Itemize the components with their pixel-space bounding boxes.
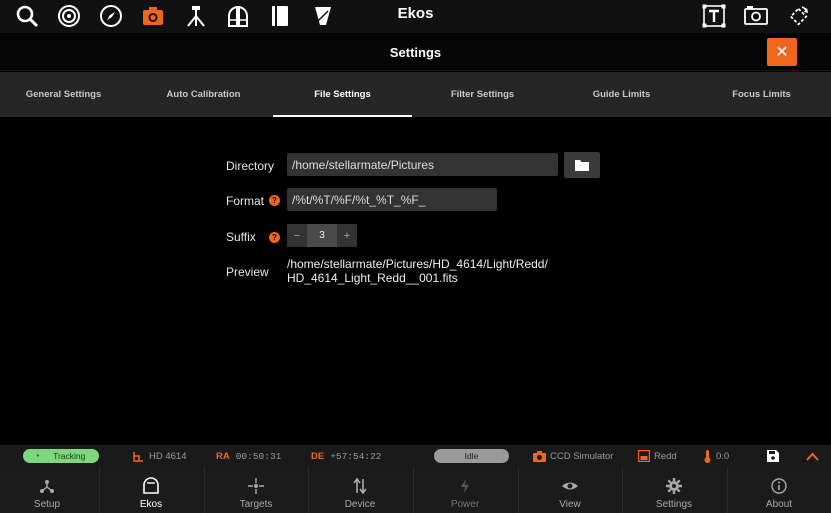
view-icon	[562, 482, 578, 490]
telescope-flat-icon[interactable]	[310, 3, 336, 29]
camera-icon	[533, 450, 546, 462]
close-button[interactable]: ✕	[767, 38, 797, 66]
nav-label: Device	[344, 499, 376, 510]
compass-icon[interactable]	[98, 3, 124, 29]
folder-icon	[575, 160, 589, 171]
tab-file-settings[interactable]: File Settings	[273, 72, 412, 117]
tripod-icon[interactable]	[183, 3, 209, 29]
nav-device[interactable]: Device	[308, 467, 412, 513]
ra-value: 00:50:31	[235, 450, 282, 462]
format-help-icon[interactable]: ?	[269, 195, 280, 206]
temperature-value: 0.0	[716, 450, 730, 462]
targets-icon	[248, 478, 264, 494]
de-value: +57:54:22	[330, 450, 382, 462]
preview-line-2: HD_4614_Light_Redd__001.fits	[287, 271, 458, 285]
directory-label: Directory	[226, 159, 275, 173]
ekos-icon	[143, 477, 159, 494]
capture-state-badge: Idle	[434, 449, 509, 463]
notebook-icon[interactable]	[267, 3, 293, 29]
tab-guide-limits[interactable]: Guide Limits	[552, 72, 691, 117]
search-icon[interactable]	[14, 3, 40, 29]
temperature-status: 0.0	[704, 445, 729, 467]
mount-icon	[133, 451, 143, 462]
tracking-dot-icon: •	[36, 452, 40, 460]
settings-title: Settings	[389, 45, 442, 60]
tab-auto-calibration[interactable]: Auto Calibration	[134, 72, 273, 117]
nav-label: View	[559, 499, 581, 510]
filter-name: Redd	[654, 450, 677, 462]
format-input[interactable]: /%t/%T/%F/%t_%T_%F_	[287, 188, 497, 211]
nav-targets[interactable]: Targets	[204, 467, 308, 513]
format-label: Format	[226, 194, 265, 208]
top-toolbar: Ekos	[0, 0, 831, 33]
observatory-dome-icon[interactable]	[225, 3, 251, 29]
nav-label: Targets	[239, 499, 273, 510]
filter-status: Redd	[638, 445, 677, 467]
ra-label: RA	[216, 450, 230, 462]
preview-label: Preview	[226, 265, 269, 279]
camera-name: CCD Simulator	[550, 450, 614, 462]
suffix-stepper: − 3 +	[287, 224, 357, 247]
tracking-status-badge: • Tracking	[23, 449, 99, 463]
de-label: DE	[311, 450, 325, 462]
mount-target: HD 4614	[133, 445, 187, 467]
tracking-text: Tracking	[53, 451, 86, 461]
rotate-icon[interactable]	[785, 3, 811, 29]
browse-directory-button[interactable]	[564, 152, 600, 178]
nav-setup[interactable]: Setup	[0, 467, 99, 513]
target-icon[interactable]	[56, 3, 82, 29]
tab-focus-limits[interactable]: Focus Limits	[692, 72, 831, 117]
de-readout: DE +57:54:22	[311, 445, 382, 467]
filter-icon	[638, 450, 650, 462]
nav-settings[interactable]: Settings	[622, 467, 726, 513]
nav-label: About	[765, 499, 793, 510]
camera-frame-icon[interactable]	[743, 3, 769, 29]
suffix-value[interactable]: 3	[307, 224, 337, 247]
suffix-decrement-button[interactable]: −	[287, 224, 307, 247]
about-icon	[771, 478, 787, 494]
suffix-increment-button[interactable]: +	[337, 224, 357, 247]
directory-input[interactable]: /home/stellarmate/Pictures	[287, 153, 558, 176]
tab-filter-settings[interactable]: Filter Settings	[413, 72, 552, 117]
preview-path: /home/stellarmate/Pictures/HD_4614/Light…	[287, 257, 548, 285]
nav-about[interactable]: About	[727, 467, 831, 513]
nav-label: Ekos	[139, 499, 163, 510]
suffix-help-icon[interactable]: ?	[269, 232, 280, 243]
power-icon	[461, 479, 469, 493]
target-name: HD 4614	[149, 450, 187, 462]
ra-readout: RA 00:50:31	[216, 445, 281, 467]
nav-view[interactable]: View	[518, 467, 622, 513]
camera-icon[interactable]	[140, 3, 166, 29]
close-icon: ✕	[775, 44, 789, 61]
preview-line-1: /home/stellarmate/Pictures/HD_4614/Light…	[287, 257, 548, 271]
thermometer-icon	[704, 449, 711, 463]
device-icon	[353, 477, 367, 495]
tab-general-settings[interactable]: General Settings	[0, 72, 133, 117]
nav-label: Settings	[655, 499, 693, 510]
bottom-navigation: Setup Ekos Targets Device Power View Set…	[0, 467, 831, 513]
nav-power[interactable]: Power	[413, 467, 517, 513]
suffix-label: Suffix	[226, 230, 256, 244]
setup-icon	[40, 480, 54, 493]
camera-status: CCD Simulator	[533, 445, 613, 467]
status-bar: • Tracking HD 4614 RA 00:50:31 DE +57:54…	[0, 445, 831, 467]
chevron-up-icon[interactable]	[806, 445, 819, 467]
settings-tabs: General Settings Auto Calibration File S…	[0, 72, 831, 117]
nav-ekos[interactable]: Ekos	[99, 467, 203, 513]
save-icon[interactable]	[767, 445, 779, 467]
nav-label: Setup	[33, 499, 61, 510]
settings-icon	[666, 478, 682, 494]
settings-header: Settings	[0, 33, 831, 71]
nav-label: Power	[450, 499, 480, 510]
text-frame-icon[interactable]	[701, 3, 727, 29]
